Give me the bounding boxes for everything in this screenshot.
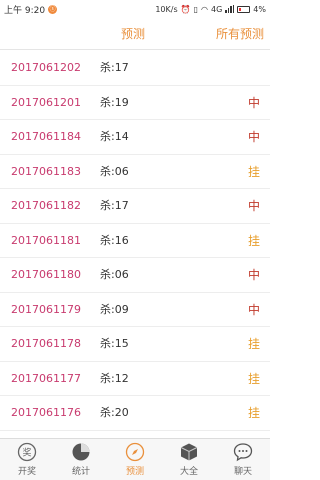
result-badge: 挂 [247, 233, 260, 248]
result-badge: 挂 [247, 337, 260, 351]
kill-number: 杀:14 [100, 130, 129, 143]
bottom-tab-chat[interactable]: 聊天 [216, 439, 270, 480]
issue-number: 2017061176 [11, 406, 81, 419]
lottery-icon: 奖 [17, 442, 37, 462]
kill-number: 杀:12 [100, 371, 129, 385]
bottom-tab-lottery[interactable]: 奖 开奖 [0, 439, 54, 480]
list-item[interactable]: 2017061177 杀:12 挂 [0, 362, 270, 396]
status-right: 10K/s ⏰ ▯ ◠ 4G 4% [155, 5, 266, 14]
tab-predict[interactable]: 预测 [121, 18, 145, 50]
bottom-tab-label: 大全 [179, 467, 198, 477]
issue-number: 2017061179 [11, 302, 81, 316]
bottom-tab-collection[interactable]: 大全 [162, 439, 216, 480]
status-left: 上午 9:20 ⓢ [4, 3, 58, 16]
network-type: 4G [211, 4, 223, 14]
list-item[interactable]: 2017061179 杀:09 中 [0, 293, 270, 327]
bottom-tab-label: 开奖 [17, 467, 36, 477]
result-badge: 中 [247, 95, 260, 110]
wifi-icon: ◠ [201, 4, 208, 14]
kill-number: 杀:17 [100, 61, 129, 74]
result-badge: 挂 [247, 164, 260, 179]
issue-number: 2017061183 [11, 164, 81, 178]
list-item[interactable]: 2017061178 杀:15 挂 [0, 327, 270, 362]
result-badge: 挂 [248, 431, 260, 439]
battery-icon [237, 5, 251, 13]
kill-number: 杀:10 [100, 431, 129, 439]
issue-number: 2017061180 [11, 268, 81, 281]
network-speed: 10K/s [155, 4, 178, 14]
list-item[interactable]: 2017061181 杀:16 挂 [0, 224, 270, 258]
bottom-tab-stats[interactable]: 统计 [54, 439, 108, 480]
status-bar: 上午 9:20 ⓢ 10K/s ⏰ ▯ ◠ 4G 4% [0, 0, 270, 18]
issue-number: 2017061202 [11, 61, 81, 74]
list-item[interactable]: 2017061202 杀:17 [0, 51, 270, 86]
list-item[interactable]: 2017061182 杀:17 中 [0, 189, 270, 224]
result-badge: 中 [247, 199, 260, 213]
prediction-list[interactable]: 2017061202 杀:17 2017061201 杀:19 中 2017061184 杀… [0, 51, 270, 438]
notification-badge-icon: ⓢ [48, 4, 58, 14]
signal-icon [225, 5, 235, 13]
kill-number: 杀:06 [100, 268, 129, 281]
bottom-tab-label: 聊天 [233, 467, 252, 477]
vibrate-icon: ▯ [193, 4, 199, 14]
bottom-nav: 奖 开奖 统计 预测 大全 聊天 [0, 438, 270, 480]
issue-number: 2017061182 [11, 199, 81, 212]
kill-number: 杀:16 [100, 233, 129, 247]
result-badge: 中 [247, 268, 260, 282]
kill-number: 杀:19 [100, 95, 129, 109]
list-item[interactable]: 2017061201 杀:19 中 [0, 86, 270, 120]
issue-number: 2017061201 [11, 95, 81, 109]
list-item[interactable]: 2017061183 杀:06 挂 [0, 155, 270, 189]
stats-icon [71, 442, 91, 462]
list-item[interactable]: 2017061184 杀:14 中 [0, 120, 270, 155]
result-badge: 挂 [247, 406, 260, 420]
battery-level: 4% [253, 4, 266, 14]
list-item[interactable]: 2017061176 杀:20 挂 [0, 396, 270, 431]
compass-icon [125, 442, 145, 462]
cube-icon [179, 442, 199, 462]
top-nav: 预测 所有预测 [0, 18, 270, 50]
kill-number: 杀:06 [100, 164, 129, 178]
issue-number: 2017061184 [11, 130, 81, 143]
kill-number: 杀:09 [100, 302, 129, 316]
result-badge: 中 [247, 130, 260, 144]
kill-number: 杀:20 [100, 406, 129, 419]
issue-number: 2017061178 [11, 337, 81, 350]
issue-number: 2017061177 [11, 371, 81, 385]
tab-all-predict[interactable]: 所有预测 [216, 18, 264, 50]
result-badge: 中 [247, 302, 260, 317]
kill-number: 杀:15 [100, 337, 129, 350]
issue-number: 2017061181 [11, 233, 81, 247]
chat-icon [233, 442, 253, 462]
bottom-tab-label: 统计 [71, 467, 90, 477]
list-item[interactable]: 2017061175 杀:10 挂 [0, 431, 270, 439]
bottom-tab-label: 预测 [125, 467, 144, 477]
bottom-tab-predict[interactable]: 预测 [108, 439, 162, 480]
result-badge: 挂 [247, 371, 260, 386]
issue-number: 2017061175 [11, 431, 81, 439]
list-item[interactable]: 2017061180 杀:06 中 [0, 258, 270, 293]
status-time: 上午 9:20 [4, 5, 46, 16]
alarm-icon: ⏰ [180, 4, 191, 14]
svg-text:奖: 奖 [22, 447, 31, 459]
kill-number: 杀:17 [100, 199, 129, 212]
